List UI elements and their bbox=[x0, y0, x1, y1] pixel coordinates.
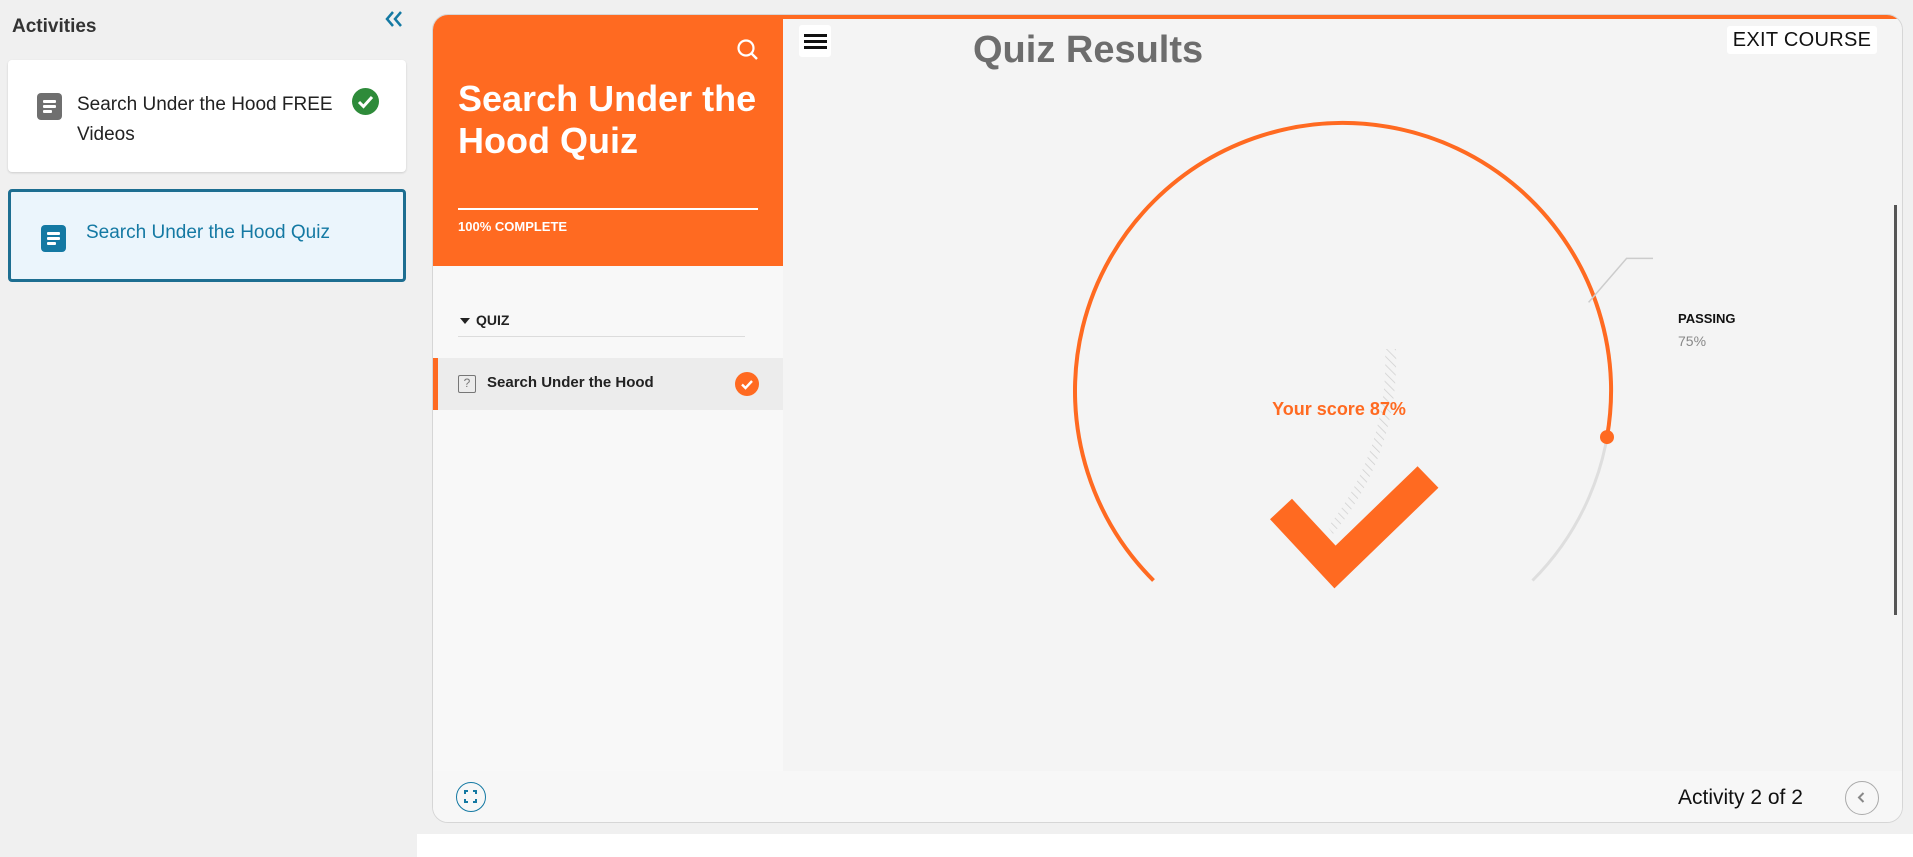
score-marker bbox=[1600, 430, 1614, 445]
course-title: Search Under the Hood Quiz bbox=[458, 78, 757, 161]
question-icon: ? bbox=[458, 375, 476, 393]
score-text: Your score 87% bbox=[1272, 399, 1406, 419]
quiz-section-toggle[interactable]: QUIZ bbox=[458, 312, 745, 337]
activity-item-label: Search Under the Hood FREE Videos bbox=[77, 94, 333, 145]
page-title: Quiz Results bbox=[973, 29, 1204, 71]
fullscreen-icon bbox=[464, 790, 477, 803]
activity-counter: Activity 2 of 2 bbox=[1678, 786, 1803, 809]
fullscreen-button[interactable] bbox=[456, 782, 486, 812]
menu-button[interactable] bbox=[799, 25, 831, 57]
lesson-item[interactable]: ? Search Under the Hood bbox=[433, 358, 783, 410]
activities-heading: Activities bbox=[12, 16, 97, 37]
score-gauge: Your score 87% bbox=[1073, 121, 1653, 589]
caret-down-icon bbox=[460, 318, 470, 324]
chevron-left-icon bbox=[1857, 792, 1865, 803]
collapse-sidebar-button[interactable] bbox=[383, 8, 411, 36]
exit-course-button[interactable]: EXIT COURSE bbox=[1727, 26, 1877, 54]
document-icon bbox=[37, 93, 62, 120]
document-icon bbox=[41, 225, 66, 252]
activity-item-quiz[interactable]: Search Under the Hood Quiz bbox=[8, 189, 406, 282]
course-outline: QUIZ ? Search Under the Hood bbox=[433, 266, 791, 771]
passing-label: PASSING bbox=[1678, 311, 1736, 326]
player-footer: Activity 2 of 2 bbox=[433, 771, 1902, 822]
scrollbar[interactable] bbox=[1894, 205, 1897, 615]
activity-item-label: Search Under the Hood Quiz bbox=[86, 222, 330, 243]
section-label: QUIZ bbox=[476, 312, 510, 328]
completed-check-icon bbox=[352, 88, 379, 115]
lesson-label: Search Under the Hood bbox=[487, 374, 654, 391]
progress-bar bbox=[458, 208, 758, 210]
passing-leader-line bbox=[1588, 257, 1653, 303]
course-player: Search Under the Hood Quiz 100% COMPLETE… bbox=[432, 14, 1903, 823]
activity-item-videos[interactable]: Search Under the Hood FREE Videos bbox=[8, 60, 406, 172]
passing-value: 75% bbox=[1678, 333, 1707, 349]
search-icon[interactable] bbox=[735, 37, 761, 63]
completed-check-icon bbox=[735, 372, 759, 396]
course-header: Search Under the Hood Quiz 100% COMPLETE bbox=[433, 15, 783, 266]
progress-text: 100% COMPLETE bbox=[458, 219, 568, 234]
double-chevron-left-icon bbox=[385, 11, 402, 27]
previous-activity-button[interactable] bbox=[1845, 781, 1879, 815]
top-accent-bar bbox=[783, 15, 1902, 19]
page-footer-strip bbox=[417, 834, 1913, 857]
